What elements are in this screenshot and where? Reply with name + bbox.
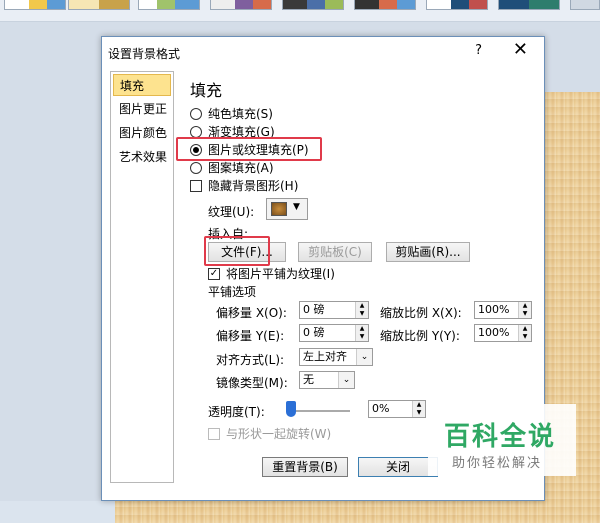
dialog-title: 设置背景格式 [108, 47, 181, 61]
transparency-label: 透明度(T): [208, 405, 265, 419]
alignment-label: 对齐方式(L): [216, 353, 285, 367]
category-nav: 填充 图片更正 图片颜色 艺术效果 [110, 71, 174, 483]
checkbox-disabled [208, 428, 220, 440]
offset-y-label: 偏移量 Y(E): [216, 329, 285, 343]
theme-swatch[interactable] [4, 0, 66, 10]
theme-swatch[interactable] [498, 0, 560, 10]
scale-x-label: 缩放比例 X(X): [380, 306, 462, 320]
radio-solid-fill[interactable]: 纯色填充(S) [190, 105, 273, 123]
spinner-icon[interactable]: ▲ ▼ [412, 401, 425, 417]
nav-item-picture-corrections[interactable]: 图片更正 [113, 98, 171, 120]
theme-swatch[interactable] [68, 0, 130, 10]
watermark-logo: 百科全说 助你轻松解决 [428, 404, 576, 476]
transparency-value: 0% [372, 402, 390, 415]
texture-label: 纹理(U): [208, 205, 255, 219]
theme-swatch[interactable] [282, 0, 344, 10]
scale-y-label: 缩放比例 Y(Y): [380, 329, 460, 343]
slider-thumb[interactable] [286, 401, 296, 417]
offset-x-input[interactable]: 0 磅 ▲ ▼ [299, 301, 369, 319]
checkbox-label: 隐藏背景图形(H) [208, 179, 299, 193]
offset-x-label: 偏移量 X(O): [216, 306, 287, 320]
scale-x-input[interactable]: 100% ▲ ▼ [474, 301, 532, 319]
reset-background-button[interactable]: 重置背景(B) [262, 457, 348, 477]
radio-button[interactable] [190, 108, 202, 120]
watermark-title: 百科全说 [444, 422, 557, 452]
nav-item-artistic-effects[interactable]: 艺术效果 [113, 146, 171, 168]
alignment-value: 左上对齐 [303, 350, 347, 363]
transparency-slider[interactable] [288, 410, 350, 412]
radio-pattern-fill[interactable]: 图案填充(A) [190, 159, 274, 177]
mirror-type-label: 镜像类型(M): [216, 376, 288, 390]
offset-x-value: 0 磅 [303, 303, 325, 316]
spinner-icon[interactable]: ▲ ▼ [355, 302, 368, 318]
theme-swatch[interactable] [138, 0, 200, 10]
radio-button[interactable] [190, 162, 202, 174]
scale-y-input[interactable]: 100% ▲ ▼ [474, 324, 532, 342]
transparency-input[interactable]: 0% ▲ ▼ [368, 400, 426, 418]
spinner-icon[interactable]: ▲ ▼ [518, 325, 531, 341]
chevron-down-icon: ▼ [293, 202, 300, 212]
theme-swatch[interactable] [570, 0, 600, 10]
ribbon-bar [0, 0, 600, 22]
spinner-icon[interactable]: ▲ ▼ [355, 325, 368, 341]
texture-picker[interactable]: ▼ [266, 198, 308, 220]
nav-item-picture-color[interactable]: 图片颜色 [113, 122, 171, 144]
checkbox-label: 将图片平铺为纹理(I) [226, 267, 335, 281]
hide-background-graphics[interactable]: 隐藏背景图形(H) [190, 177, 298, 195]
highlight-annotation [204, 236, 270, 266]
dialog-titlebar[interactable]: 设置背景格式 ? ✕ [102, 37, 544, 67]
chevron-down-icon[interactable]: ⌄ [338, 372, 354, 388]
checkbox-label: 与形状一起旋转(W) [226, 427, 332, 441]
help-icon[interactable]: ? [475, 43, 482, 58]
panel-heading: 填充 [190, 81, 223, 100]
scale-y-value: 100% [478, 326, 510, 339]
clipart-button[interactable]: 剪贴画(R)... [386, 242, 470, 262]
offset-y-input[interactable]: 0 磅 ▲ ▼ [299, 324, 369, 342]
texture-preview [271, 202, 287, 216]
mirror-type-value: 无 [303, 373, 314, 386]
radio-label: 图案填充(A) [208, 161, 274, 175]
radio-label: 纯色填充(S) [208, 107, 273, 121]
close-icon[interactable]: ✕ [513, 39, 528, 60]
mirror-type-select[interactable]: 无 ⌄ [299, 371, 355, 389]
theme-swatch[interactable] [426, 0, 488, 10]
scale-x-value: 100% [478, 303, 510, 316]
rotate-with-shape: 与形状一起旋转(W) [208, 425, 331, 443]
chevron-down-icon[interactable]: ⌄ [356, 349, 372, 365]
highlight-annotation [176, 137, 322, 161]
offset-y-value: 0 磅 [303, 326, 325, 339]
checkbox[interactable] [190, 180, 202, 192]
checkbox-checked[interactable]: ✓ [208, 268, 220, 280]
alignment-select[interactable]: 左上对齐 ⌄ [299, 348, 373, 366]
clipboard-button: 剪贴板(C) [298, 242, 372, 262]
theme-swatch[interactable] [210, 0, 272, 10]
tile-options-label: 平铺选项 [208, 285, 257, 299]
spinner-icon[interactable]: ▲ ▼ [518, 302, 531, 318]
close-button[interactable]: 关闭 [358, 457, 438, 477]
watermark-subtitle: 助你轻松解决 [452, 456, 543, 471]
theme-swatch[interactable] [354, 0, 416, 10]
nav-item-fill[interactable]: 填充 [113, 74, 171, 96]
tile-as-texture[interactable]: ✓ 将图片平铺为纹理(I) [208, 265, 335, 283]
